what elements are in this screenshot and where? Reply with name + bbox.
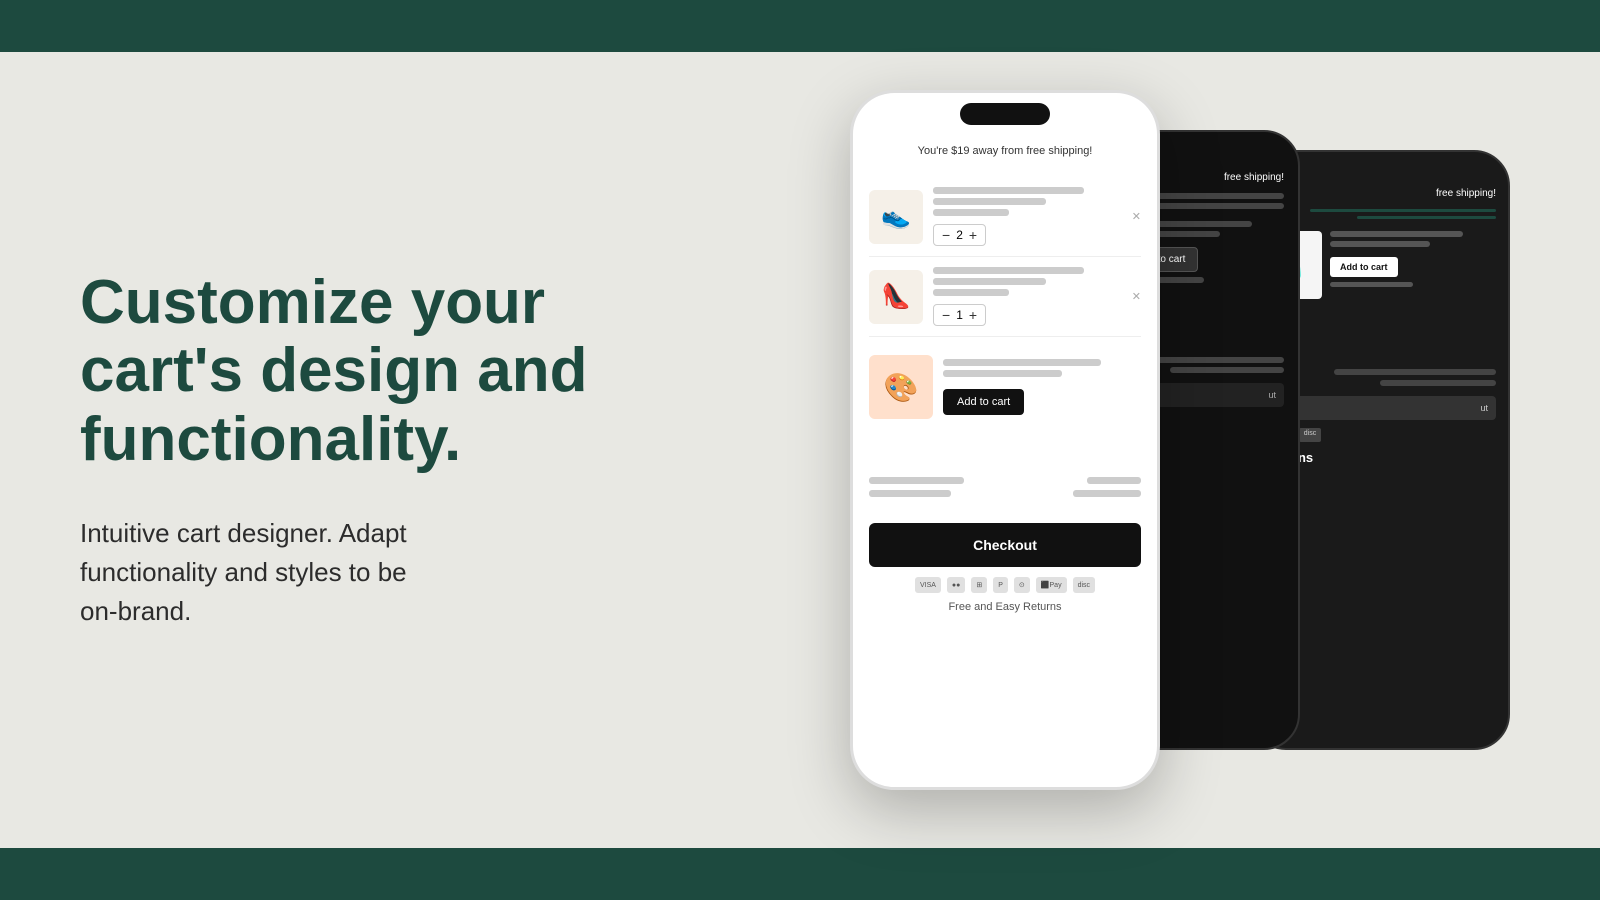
item2-line3 (933, 289, 1009, 296)
dr-sum1 (1334, 369, 1496, 375)
item-image-1: 👟 (869, 190, 923, 244)
qty-decrease-2[interactable]: − (942, 307, 950, 323)
item3-line2 (943, 370, 1062, 377)
remove-item-2[interactable]: ✕ (1132, 290, 1141, 303)
dark-right-checkout-text: ut (1480, 403, 1488, 413)
pay-applepay: ⬛Pay (1036, 577, 1067, 593)
cart-item-3: 🎨 Add to cart (869, 345, 1141, 429)
phones-wrapper: free shipping! 🧴 Add to cart (810, 70, 1490, 830)
dr-sum2 (1380, 380, 1496, 386)
sum-label-1 (869, 477, 964, 484)
payment-icons: VISA ●● ⊞ P ⊙ ⬛Pay disc (869, 577, 1141, 593)
headline-line3: functionality. (80, 405, 461, 474)
item-details-2: − 1 + (933, 267, 1122, 326)
pay-shop: ⊙ (1014, 577, 1030, 593)
sum-val-1 (1087, 477, 1141, 484)
dark-right-discover: disc (1299, 428, 1321, 442)
dark-right-line2 (1357, 216, 1496, 219)
subtitle: Intuitive cart designer. Adaptfunctional… (80, 514, 620, 631)
top-bar (0, 0, 1600, 52)
dark-right-line1 (1310, 209, 1496, 212)
item-image-2: 👠 (869, 270, 923, 324)
shipping-banner: You're $19 away from free shipping! (869, 137, 1141, 165)
pay-discover: disc (1073, 577, 1095, 593)
headline-line2: cart's design and (80, 336, 587, 405)
qty-decrease-1[interactable]: − (942, 227, 950, 243)
item1-line3 (933, 209, 1009, 216)
dl-sum2 (1170, 367, 1284, 373)
qty-control-2: − 1 + (933, 304, 986, 326)
phone-white: You're $19 away from free shipping! 👟 − … (850, 90, 1160, 790)
pay-visa: VISA (915, 577, 941, 593)
bottom-bar (0, 848, 1600, 900)
pay-amex: ⊞ (971, 577, 987, 593)
dark-right-add-to-cart-button[interactable]: Add to cart (1330, 257, 1398, 277)
qty-increase-2[interactable]: + (969, 307, 977, 323)
pay-paypal: P (993, 577, 1008, 593)
dr-line2 (1330, 241, 1430, 247)
dr-line1 (1330, 231, 1463, 237)
item-details-1: − 2 + (933, 187, 1122, 246)
item1-line2 (933, 198, 1046, 205)
summary-row-1 (869, 477, 1141, 484)
sum-label-2 (869, 490, 951, 497)
left-panel: Customize your cart's design and functio… (0, 209, 700, 691)
cart-item-2: 👠 − 1 + ✕ (869, 257, 1141, 337)
dark-right-item-details: Add to cart (1330, 231, 1496, 287)
free-returns: Free and Easy Returns (869, 601, 1141, 613)
summary-row-2 (869, 490, 1141, 497)
sum-val-2 (1073, 490, 1141, 497)
add-to-cart-button[interactable]: Add to cart (943, 389, 1024, 415)
dr-line3 (1330, 282, 1413, 287)
item2-line1 (933, 267, 1084, 274)
item-image-3: 🎨 (869, 355, 933, 419)
main-content: Customize your cart's design and functio… (0, 52, 1600, 848)
qty-control-1: − 2 + (933, 224, 986, 246)
phone-white-inner: You're $19 away from free shipping! 👟 − … (853, 93, 1157, 787)
qty-value-2: 1 (956, 308, 963, 322)
item2-line2 (933, 278, 1046, 285)
phone-notch (960, 103, 1050, 125)
item1-line1 (933, 187, 1084, 194)
headline-line1: Customize your (80, 268, 545, 337)
remove-item-1[interactable]: ✕ (1132, 210, 1141, 223)
pay-mc: ●● (947, 577, 965, 593)
dark-left-line2 (1147, 203, 1284, 209)
checkout-button[interactable]: Checkout (869, 523, 1141, 567)
phones-panel: free shipping! 🧴 Add to cart (700, 52, 1600, 848)
headline: Customize your cart's design and functio… (80, 269, 620, 474)
dark-left-checkout-text: ut (1268, 390, 1276, 400)
order-summary (869, 469, 1141, 511)
item-details-3: Add to cart (943, 359, 1141, 415)
item3-line1 (943, 359, 1101, 366)
qty-value-1: 2 (956, 228, 963, 242)
cart-divider (869, 429, 1141, 469)
qty-increase-1[interactable]: + (969, 227, 977, 243)
cart-item-1: 👟 − 2 + ✕ (869, 177, 1141, 257)
